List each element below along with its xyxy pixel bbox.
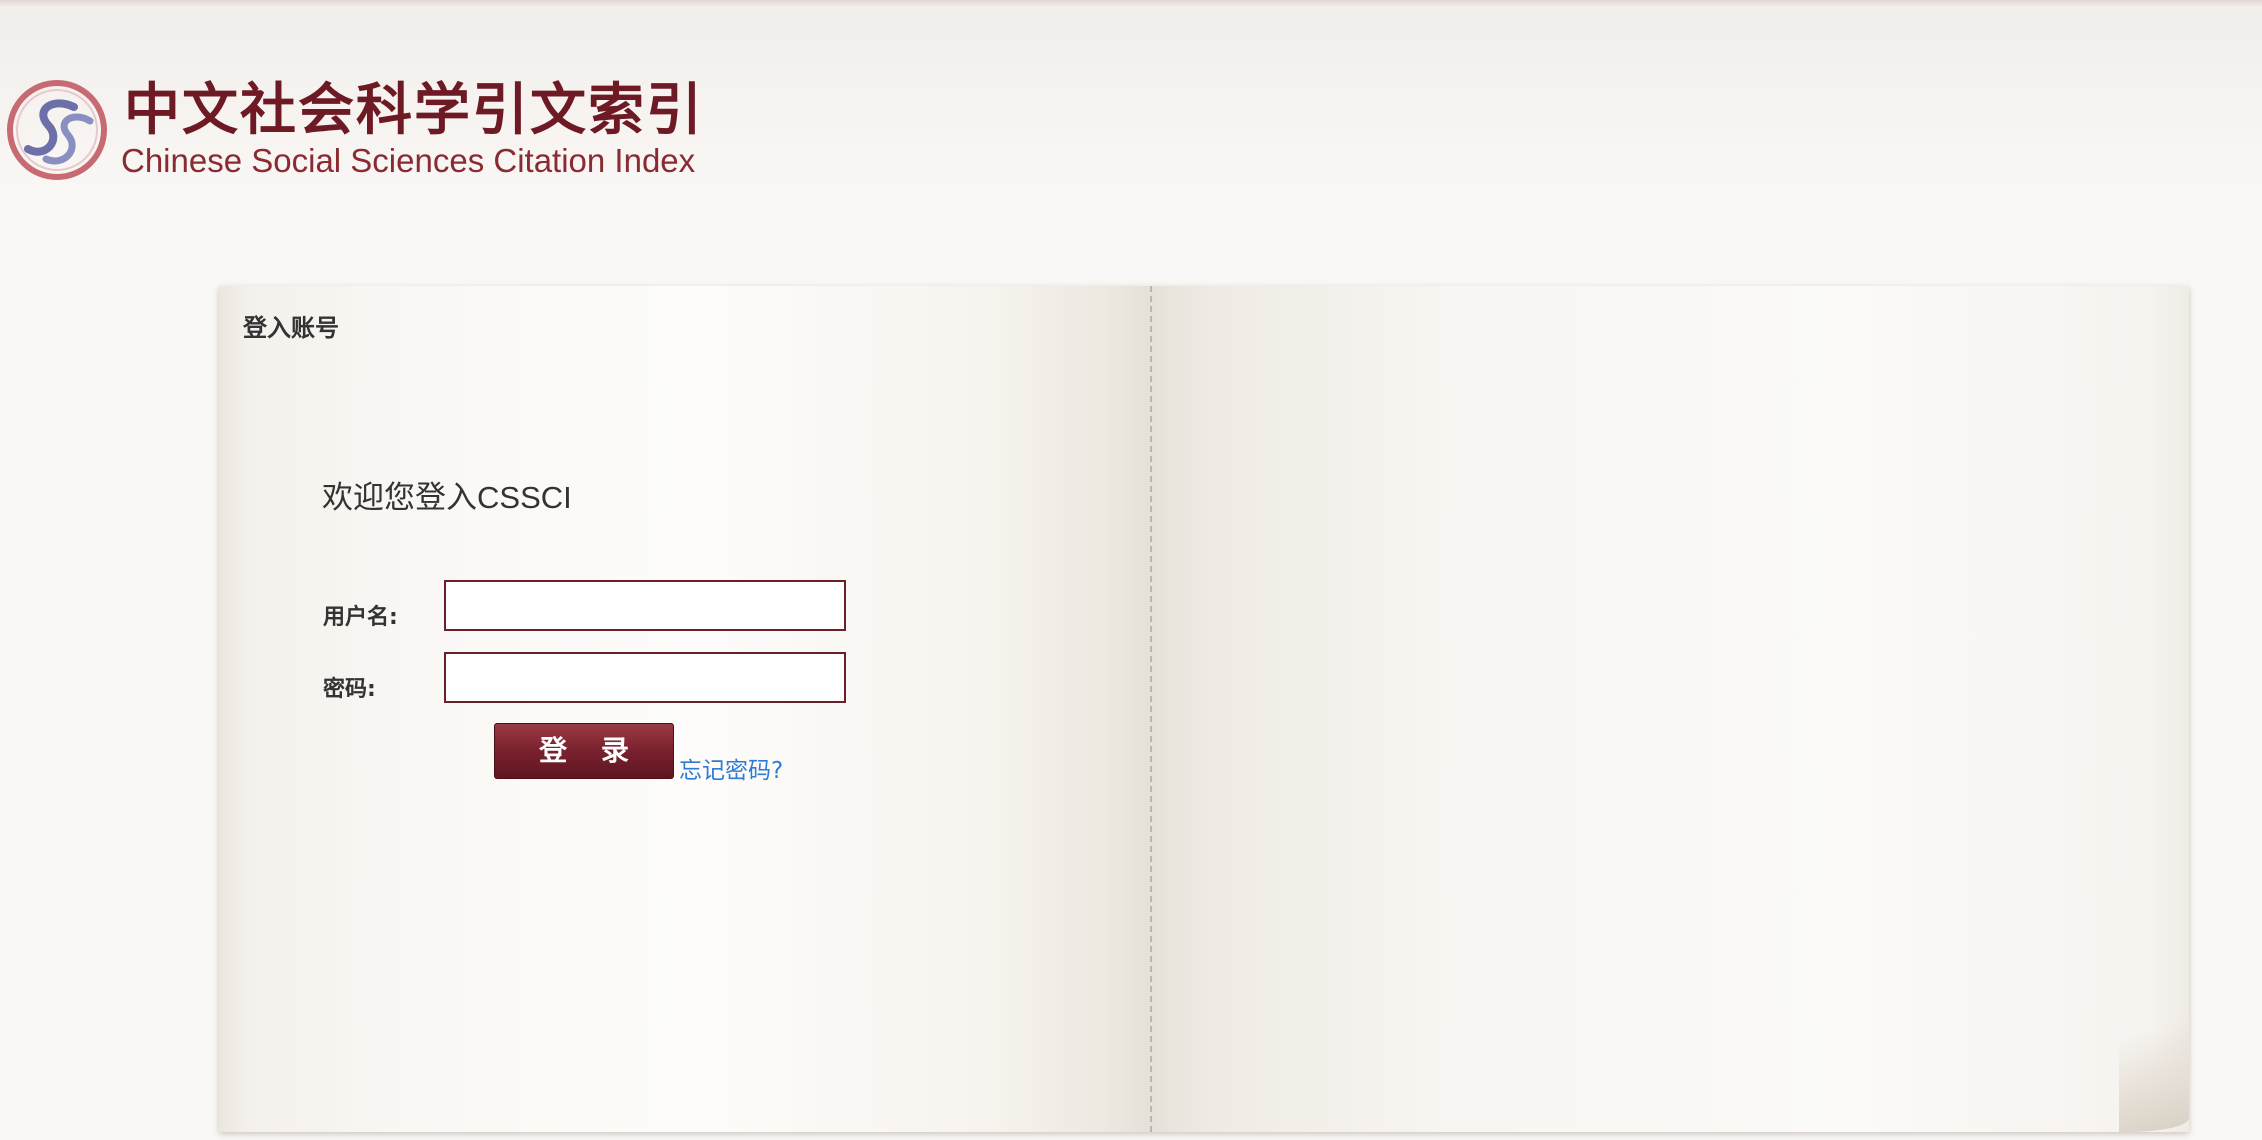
- page-curl-decoration: [2119, 962, 2189, 1132]
- password-label: 密码:: [323, 677, 376, 702]
- book-spine-divider: [1150, 286, 1152, 1132]
- book-left-page: [219, 286, 1151, 1132]
- password-input[interactable]: [444, 652, 846, 703]
- forgot-password-link[interactable]: 忘记密码?: [679, 756, 783, 786]
- username-input[interactable]: [444, 580, 846, 631]
- cssci-logo-icon: [7, 80, 107, 180]
- login-section-title: 登入账号: [243, 314, 339, 342]
- site-header: 中文社会科学引文索引 Chinese Social Sciences Citat…: [0, 6, 2262, 206]
- site-title-chinese: 中文社会科学引文索引: [124, 78, 704, 143]
- login-book-panel: [219, 286, 2189, 1132]
- site-title-english: Chinese Social Sciences Citation Index: [121, 142, 696, 179]
- login-button[interactable]: 登 录: [494, 723, 674, 779]
- username-label: 用户名:: [323, 605, 398, 630]
- book-right-page: [1151, 286, 2189, 1132]
- welcome-message: 欢迎您登入CSSCI: [322, 480, 572, 515]
